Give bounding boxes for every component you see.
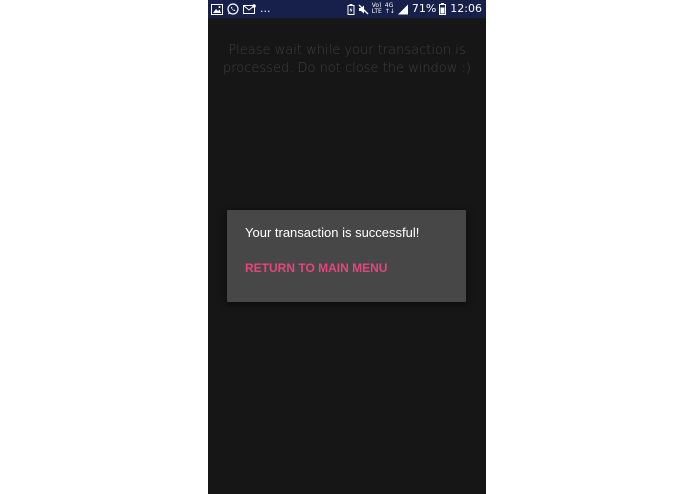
status-bar: ... Vo) LTE 4G ↑↓ 71% 12:06: [208, 0, 486, 18]
system-icons: Vo) LTE 4G ↑↓ 71% 12:06: [347, 2, 482, 16]
notification-icons: ...: [211, 2, 271, 16]
battery-percent: 71%: [411, 2, 437, 15]
mail-icon: [243, 3, 256, 15]
processing-message: Please wait while your transaction is pr…: [223, 43, 471, 76]
more-notifications-indicator: ...: [260, 2, 271, 15]
dialog-message: Your transaction is successful!: [245, 225, 420, 240]
signal-strength-icon: [397, 4, 409, 15]
phone-screen: ... Vo) LTE 4G ↑↓ 71% 12:06 Please wait …: [208, 0, 486, 494]
whatsapp-icon: [227, 3, 239, 15]
return-to-main-menu-button[interactable]: RETURN TO MAIN MENU: [245, 258, 387, 278]
image-icon: [211, 3, 223, 15]
clock: 12:06: [450, 2, 482, 15]
success-dialog: Your transaction is successful! RETURN T…: [227, 210, 466, 302]
mute-icon: [358, 4, 369, 15]
volte-indicator: Vo) LTE: [371, 2, 382, 15]
battery-saver-icon: [347, 3, 355, 15]
battery-icon: [439, 3, 447, 15]
data-type-indicator: 4G ↑↓: [384, 2, 395, 15]
